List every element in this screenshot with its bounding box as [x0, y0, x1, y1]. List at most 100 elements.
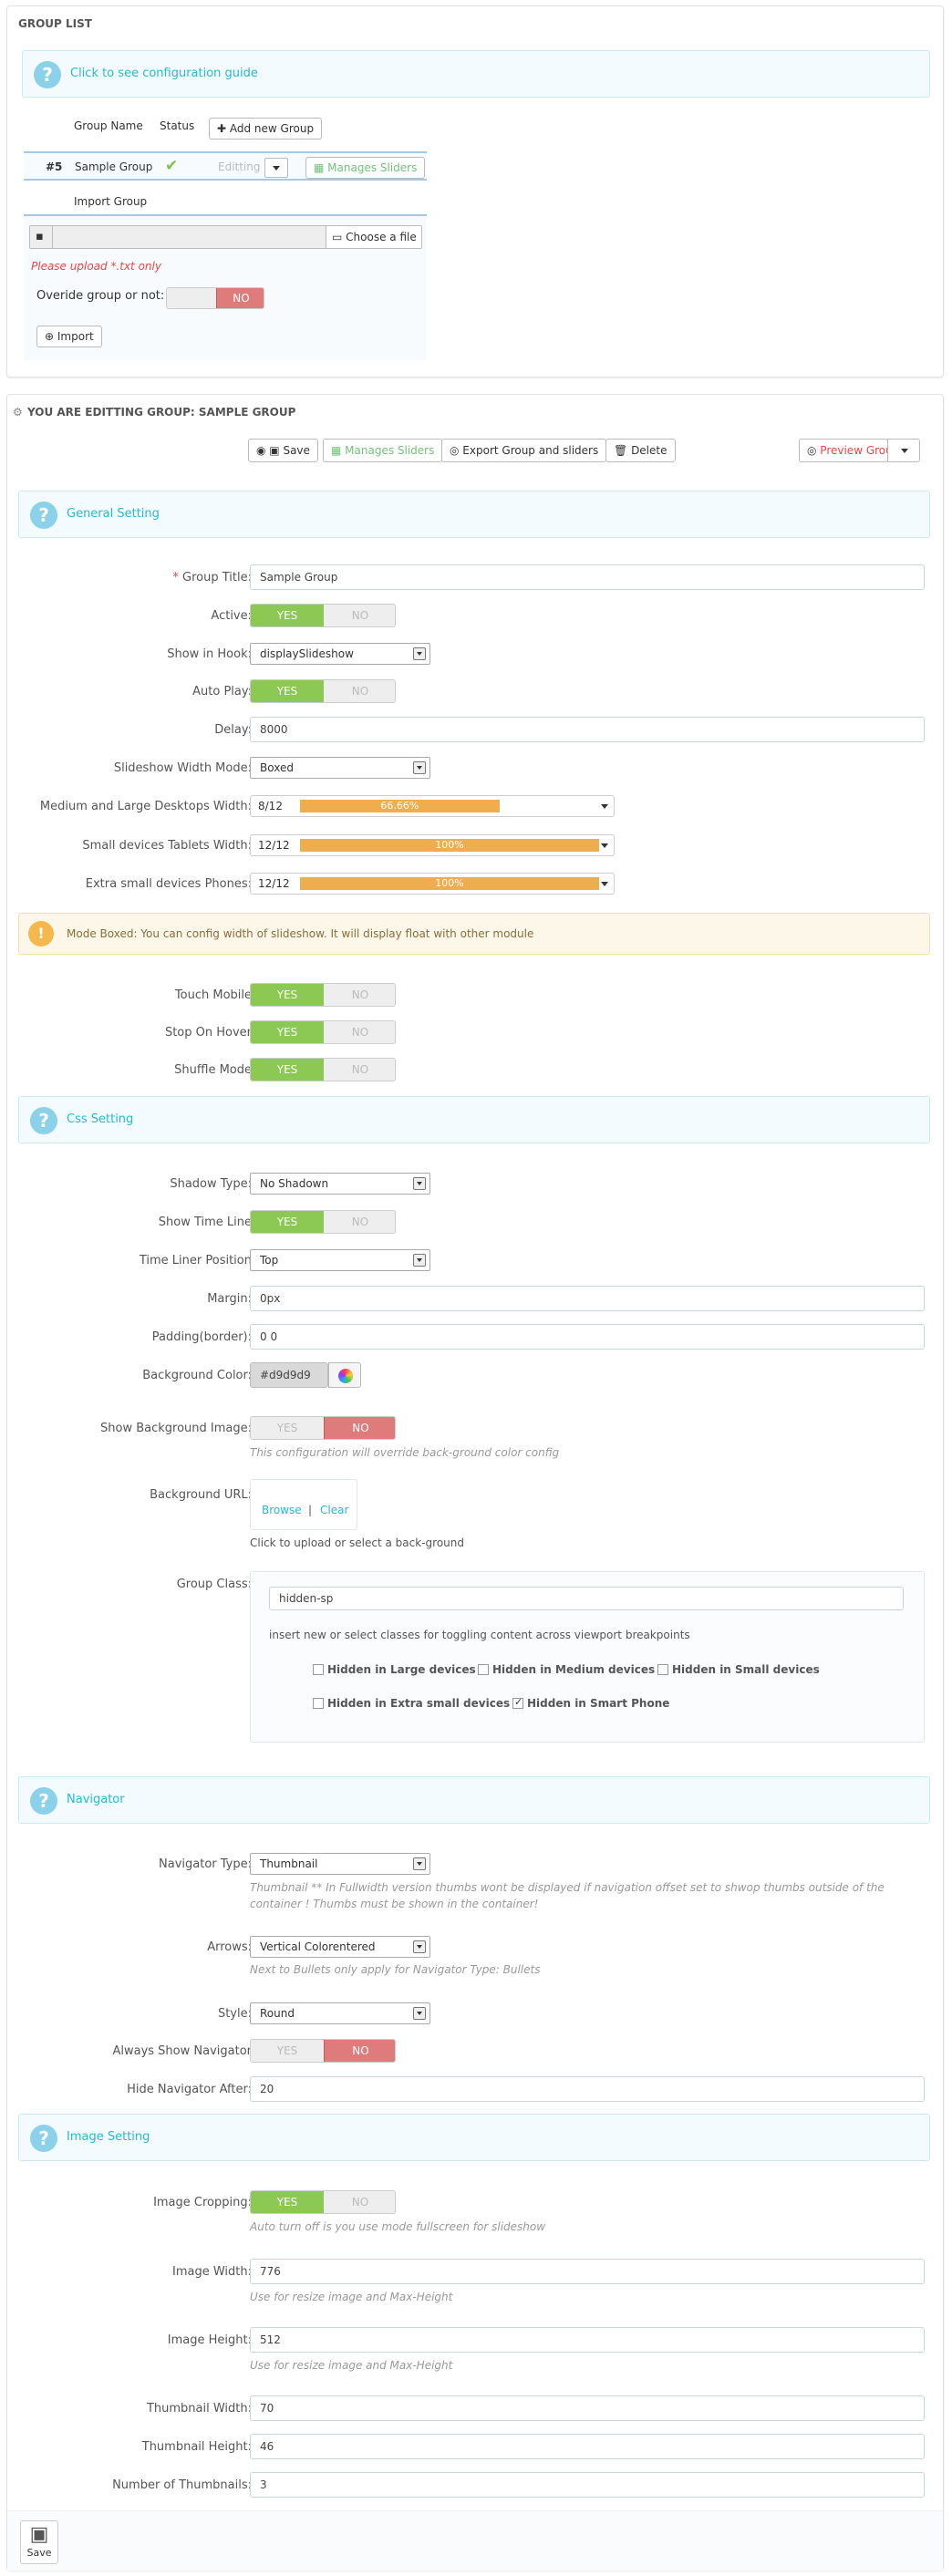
active-no[interactable]: NO — [324, 605, 395, 626]
auto-play-no[interactable]: NO — [324, 680, 395, 702]
image-height-input[interactable]: 512 — [250, 2327, 925, 2353]
add-group-button[interactable]: ✚ Add new Group — [209, 118, 323, 140]
circle-arrow-icon: ⊕ — [45, 330, 57, 343]
image-width-hint: Use for resize image and Max-Height — [250, 2291, 453, 2303]
choose-file-button[interactable]: ▭ Choose a file — [326, 225, 422, 249]
image-width-label: Image Width: — [172, 2265, 252, 2279]
mode-boxed-text: Mode Boxed: You can config width of slid… — [67, 927, 534, 940]
group-class-box: hidden-sp insert new or select classes f… — [250, 1571, 925, 1743]
show-bg-image-no[interactable]: NO — [324, 1417, 395, 1439]
style-select[interactable]: Round — [250, 2002, 430, 2024]
config-guide-link[interactable]: Click to see configuration guide — [70, 67, 258, 80]
override-no[interactable]: NO — [216, 288, 264, 308]
touch-mobile-yes[interactable]: YES — [251, 984, 324, 1006]
footer-save-button[interactable]: ▣ Save — [20, 2520, 58, 2564]
shuffle-mode-toggle[interactable]: YES NO — [250, 1058, 396, 1081]
group-row[interactable]: #5 Sample Group ✔ Editting ▦ Manages Sli… — [24, 151, 427, 181]
hidden-medium-checkbox[interactable]: Hidden in Medium devices — [478, 1663, 655, 1676]
clear-link[interactable]: Clear — [320, 1504, 348, 1516]
image-cropping-no[interactable]: NO — [324, 2191, 395, 2213]
file-input[interactable]: ▪ ▭ Choose a file — [29, 225, 422, 249]
checkbox-box[interactable] — [478, 1663, 489, 1675]
manage-sliders-toolbar-button[interactable]: ▦ Manages Sliders — [323, 439, 443, 462]
show-time-line-toggle[interactable]: YES NO — [250, 1210, 396, 1234]
auto-play-toggle[interactable]: YES NO — [250, 679, 396, 703]
sm-width-slider[interactable]: 12/12 100% — [250, 834, 615, 856]
stop-on-hover-no[interactable]: NO — [324, 1021, 395, 1043]
xs-fraction: 12/12 — [258, 877, 290, 890]
checkbox-box[interactable] — [657, 1663, 668, 1675]
general-setting-header: ? General Setting — [18, 491, 930, 538]
num-thumbs-input[interactable]: 3 — [250, 2472, 925, 2498]
active-yes[interactable]: YES — [251, 605, 324, 626]
config-guide-box[interactable]: ? Click to see configuration guide — [22, 50, 930, 98]
hidden-small-checkbox[interactable]: Hidden in Small devices — [657, 1663, 820, 1676]
hidden-large-checkbox[interactable]: Hidden in Large devices — [313, 1663, 476, 1676]
bg-url-box[interactable]: Browse | Clear — [250, 1479, 357, 1530]
preview-group-button[interactable]: ◎ Preview Group — [799, 439, 899, 462]
show-bg-image-yes[interactable]: YES — [251, 1417, 324, 1439]
preview-dropdown-button[interactable] — [887, 439, 920, 462]
always-show-nav-no[interactable]: NO — [324, 2040, 395, 2062]
image-height-label: Image Height: — [167, 2333, 252, 2347]
group-class-input[interactable]: hidden-sp — [269, 1587, 904, 1610]
active-toggle[interactable]: YES NO — [250, 604, 396, 627]
hide-nav-after-input[interactable]: 20 — [250, 2076, 925, 2102]
image-cropping-yes[interactable]: YES — [251, 2191, 324, 2213]
touch-mobile-toggle[interactable]: YES NO — [250, 983, 396, 1007]
show-time-line-yes[interactable]: YES — [251, 1211, 324, 1233]
always-show-nav-toggle[interactable]: YES NO — [250, 2039, 396, 2063]
image-cropping-toggle[interactable]: YES NO — [250, 2190, 396, 2214]
stop-on-hover-toggle[interactable]: YES NO — [250, 1020, 396, 1044]
shuffle-mode-yes[interactable]: YES — [251, 1059, 324, 1081]
xs-width-slider[interactable]: 12/12 100% — [250, 873, 615, 895]
editing-dropdown-button[interactable] — [264, 158, 288, 178]
hidden-sp-checkbox[interactable]: Hidden in Smart Phone — [512, 1696, 669, 1710]
thumb-width-input[interactable]: 70 — [250, 2395, 925, 2421]
circle-arrow-icon: ◉ — [256, 444, 270, 457]
delay-input[interactable]: 8000 — [250, 717, 925, 742]
show-in-hook-select[interactable]: displaySlideshow — [250, 643, 430, 665]
stop-on-hover-yes[interactable]: YES — [251, 1021, 324, 1043]
thumb-height-input[interactable]: 46 — [250, 2434, 925, 2459]
touch-mobile-no[interactable]: NO — [324, 984, 395, 1006]
manage-sliders-button[interactable]: ▦ Manages Sliders — [305, 157, 426, 179]
save-button[interactable]: ◉ ▣ Save — [248, 439, 318, 462]
override-toggle[interactable]: ☑YES NO — [166, 287, 264, 309]
shadow-type-label: Shadow Type: — [170, 1177, 252, 1191]
width-mode-select[interactable]: Boxed — [250, 757, 430, 779]
checkbox-box-checked[interactable] — [512, 1696, 523, 1709]
bg-color-input[interactable]: #d9d9d9 — [250, 1362, 328, 1388]
shadow-type-select[interactable]: No Shadown — [250, 1173, 430, 1195]
editing-label[interactable]: Editting — [218, 160, 261, 173]
group-title-input[interactable]: Sample Group — [250, 564, 925, 590]
checkbox-box[interactable] — [313, 1697, 324, 1709]
import-button[interactable]: ⊕ Import — [36, 326, 102, 347]
question-icon: ? — [34, 61, 61, 88]
nav-type-select[interactable]: Thumbnail — [250, 1853, 430, 1875]
arrows-select[interactable]: Vertical Colorentered — [250, 1936, 430, 1958]
auto-play-yes[interactable]: YES — [251, 680, 324, 702]
chevron-down-icon — [413, 761, 426, 774]
hidden-xs-checkbox[interactable]: Hidden in Extra small devices — [313, 1697, 510, 1710]
question-icon: ? — [30, 2125, 57, 2152]
browse-link[interactable]: Browse — [262, 1504, 302, 1516]
override-yes[interactable]: ☑YES — [167, 288, 238, 308]
margin-input[interactable]: 0px — [250, 1286, 925, 1311]
thumb-height-label: Thumbnail Height: — [141, 2440, 252, 2454]
panel-footer: ▣ Save — [7, 2510, 943, 2571]
always-show-nav-yes[interactable]: YES — [251, 2040, 324, 2062]
eye-icon: ◎ — [450, 444, 463, 457]
time-liner-select[interactable]: Top — [250, 1249, 430, 1271]
show-bg-image-toggle[interactable]: YES NO — [250, 1416, 396, 1440]
shuffle-mode-no[interactable]: NO — [324, 1059, 395, 1081]
padding-input[interactable]: 0 0 — [250, 1324, 925, 1350]
show-time-line-no[interactable]: NO — [324, 1211, 395, 1233]
export-button[interactable]: ◎ Export Group and sliders — [441, 439, 607, 462]
image-width-input[interactable]: 776 — [250, 2259, 925, 2284]
color-picker-button[interactable] — [328, 1362, 361, 1388]
delete-button[interactable]: 🗑 Delete — [605, 439, 676, 462]
group-list-title: GROUP LIST — [18, 17, 92, 30]
md-lg-width-slider[interactable]: 8/12 66.66% — [250, 795, 615, 817]
checkbox-box[interactable] — [313, 1663, 324, 1675]
